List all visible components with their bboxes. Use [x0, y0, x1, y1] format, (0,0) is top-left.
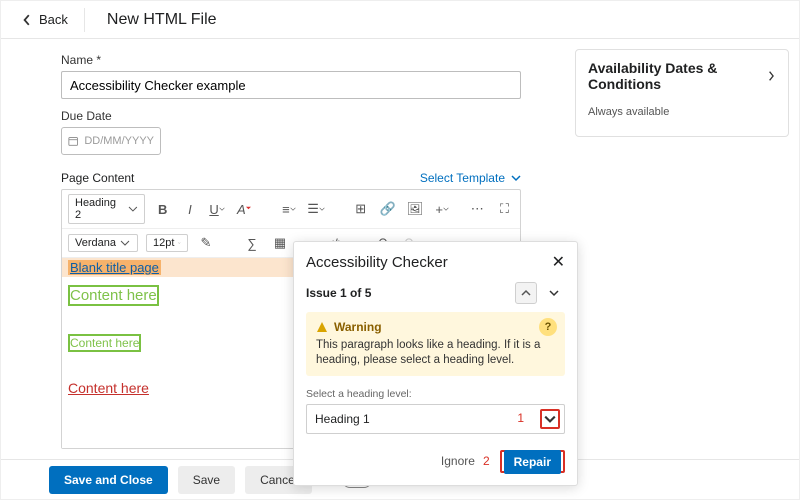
insert-stuff-button[interactable]: ⊞ — [351, 199, 370, 219]
heading-level-select[interactable]: Heading 1 1 — [306, 404, 565, 434]
warning-body: This paragraph looks like a heading. If … — [316, 338, 555, 368]
equation-button[interactable]: ∑ — [242, 233, 262, 253]
italic-button[interactable]: I — [180, 199, 199, 219]
availability-card-title: Availability Dates & Conditions — [588, 60, 767, 92]
underline-button[interactable]: U — [207, 199, 226, 219]
annotation-1: 1 — [517, 411, 524, 425]
name-input[interactable] — [61, 71, 521, 99]
add-button[interactable]: + — [433, 199, 452, 219]
chevron-down-icon — [219, 206, 225, 212]
calendar-icon — [68, 135, 78, 147]
table-button[interactable]: ▦ — [270, 233, 290, 253]
due-date-input[interactable]: DD/MM/YYYY — [61, 127, 161, 155]
heading-level-value: Heading 1 — [315, 412, 370, 426]
heading-level-label: Select a heading level: — [306, 388, 565, 400]
availability-card[interactable]: Availability Dates & Conditions Always a… — [575, 49, 789, 137]
image-button[interactable]: 🖼 — [405, 199, 424, 219]
repair-button[interactable]: Repair — [504, 450, 561, 474]
due-date-placeholder: DD/MM/YYYY — [84, 135, 154, 147]
font-family-select[interactable]: Verdana — [68, 234, 138, 252]
divider — [84, 8, 85, 32]
warning-icon — [316, 321, 328, 333]
save-button[interactable]: Save — [178, 466, 235, 494]
page-content-label: Page Content — [61, 171, 134, 185]
side-column: Availability Dates & Conditions Always a… — [569, 39, 799, 459]
list-button[interactable]: ☰ — [306, 199, 325, 219]
chevron-left-icon — [21, 14, 33, 26]
editor-line-2: Content here — [68, 334, 141, 352]
warning-label: Warning — [334, 320, 382, 334]
back-button[interactable]: Back — [9, 1, 80, 38]
next-issue-button[interactable] — [543, 282, 565, 304]
availability-card-subtitle: Always available — [588, 106, 776, 118]
chevron-down-icon — [290, 206, 296, 212]
text-color-button[interactable]: A⏷ — [235, 199, 254, 219]
close-button[interactable]: ✕ — [552, 252, 565, 272]
page-title: New HTML File — [107, 11, 217, 29]
annotation-2: 2 — [483, 454, 490, 468]
accessibility-checker-popup: Accessibility Checker ✕ Issue 1 of 5 ? W… — [293, 241, 578, 486]
chevron-down-icon — [128, 204, 138, 214]
block-format-select[interactable]: Heading 2 — [68, 194, 145, 224]
select-template-label: Select Template — [420, 171, 505, 185]
warning-box: ? Warning This paragraph looks like a he… — [306, 312, 565, 376]
due-date-label: Due Date — [61, 109, 559, 123]
chevron-up-icon — [521, 288, 531, 298]
chevron-right-icon — [767, 70, 776, 82]
help-icon[interactable]: ? — [539, 318, 557, 336]
more-button[interactable]: ⋯ — [468, 199, 487, 219]
prev-issue-button[interactable] — [515, 282, 537, 304]
editor-line-1: Content here — [68, 285, 159, 306]
align-button[interactable]: ≡ — [279, 199, 298, 219]
fullscreen-button[interactable]: ⛶ — [495, 199, 514, 219]
accessibility-checker-title: Accessibility Checker — [306, 254, 448, 271]
chevron-down-icon — [511, 173, 521, 183]
chevron-down-icon — [443, 206, 449, 212]
save-and-close-button[interactable]: Save and Close — [49, 466, 168, 494]
issue-count: Issue 1 of 5 — [306, 286, 371, 300]
back-label: Back — [39, 12, 68, 27]
format-painter-button[interactable]: ✎ — [196, 233, 216, 253]
top-bar: Back New HTML File — [1, 1, 799, 39]
editor-title-text: Blank title page — [68, 260, 161, 275]
link-button[interactable]: 🔗 — [378, 199, 397, 219]
chevron-down-icon — [319, 206, 325, 212]
font-size-value: 12pt — [153, 237, 174, 249]
font-size-select[interactable]: 12pt — [146, 234, 188, 252]
editor-line-3: Content here — [68, 380, 149, 396]
ignore-button[interactable]: Ignore — [441, 454, 475, 468]
select-template-link[interactable]: Select Template — [420, 171, 521, 185]
chevron-down-icon — [549, 288, 559, 298]
chevron-down-icon — [178, 238, 181, 248]
chevron-down-icon — [120, 238, 130, 248]
block-format-value: Heading 2 — [75, 197, 124, 221]
name-label: Name — [61, 53, 559, 67]
bold-button[interactable]: B — [153, 199, 172, 219]
font-family-value: Verdana — [75, 237, 116, 249]
editor-toolbar-row-1: Heading 2 B I U A⏷ ≡ ☰ ⊞ 🔗 🖼 + — [62, 190, 520, 229]
chevron-down-icon — [544, 413, 556, 425]
